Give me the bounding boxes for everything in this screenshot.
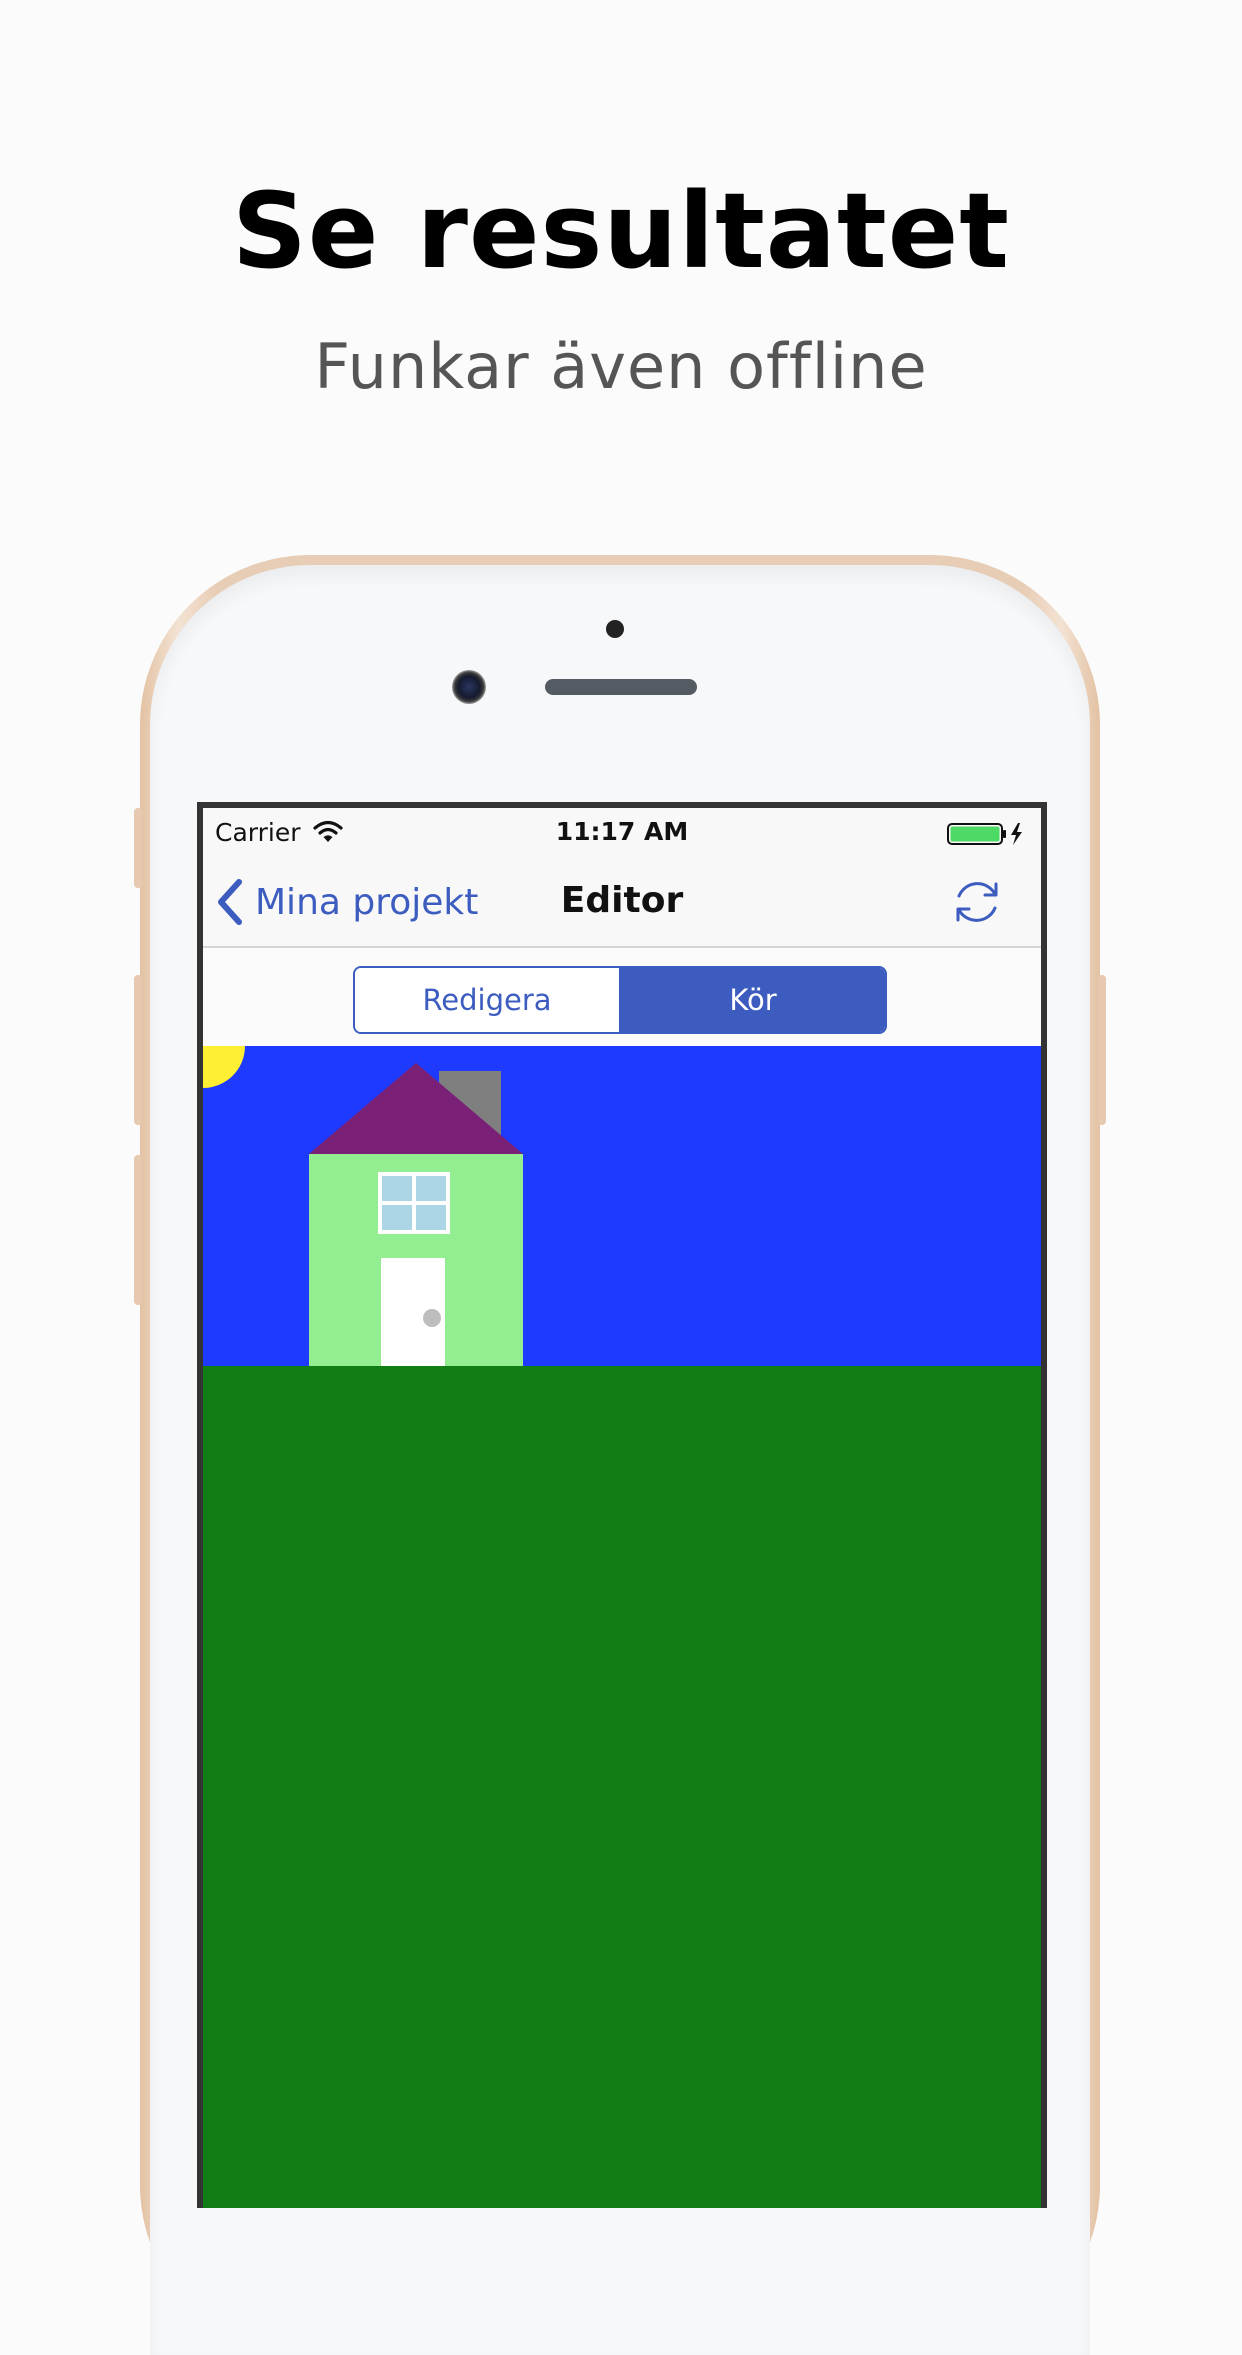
refresh-icon[interactable] xyxy=(949,874,1005,930)
hero-title: Se resultatet xyxy=(232,170,1010,292)
segment-edit[interactable]: Redigera xyxy=(355,968,621,1032)
volume-up-button xyxy=(134,975,142,1125)
hero-subtitle: Funkar även offline xyxy=(314,330,928,403)
mode-segmented-control: Redigera Kör xyxy=(353,966,887,1034)
status-bar: Carrier 11:17 AM xyxy=(203,808,1041,858)
segment-area: Redigera Kör xyxy=(203,948,1041,1046)
app-screen: Carrier 11:17 AM Mina projekt Editor Red… xyxy=(203,808,1041,2208)
battery-charging-icon xyxy=(947,823,1022,845)
nav-title: Editor xyxy=(560,880,684,921)
volume-down-button xyxy=(134,1155,142,1305)
door-knob xyxy=(423,1309,441,1327)
navigation-bar: Mina projekt Editor xyxy=(203,858,1041,948)
earpiece-speaker xyxy=(545,679,697,695)
power-button xyxy=(1098,975,1106,1125)
scene-drawing xyxy=(203,1004,1041,2208)
segment-run[interactable]: Kör xyxy=(621,968,885,1032)
proximity-sensor xyxy=(606,620,624,638)
ground xyxy=(203,1366,1041,2208)
phone-screen: Carrier 11:17 AM Mina projekt Editor Red… xyxy=(197,802,1047,2208)
front-camera xyxy=(452,670,486,704)
mute-switch xyxy=(134,808,142,888)
status-time: 11:17 AM xyxy=(555,817,689,846)
run-output-canvas[interactable] xyxy=(203,1004,1041,2208)
battery-level-fill xyxy=(950,826,1000,842)
